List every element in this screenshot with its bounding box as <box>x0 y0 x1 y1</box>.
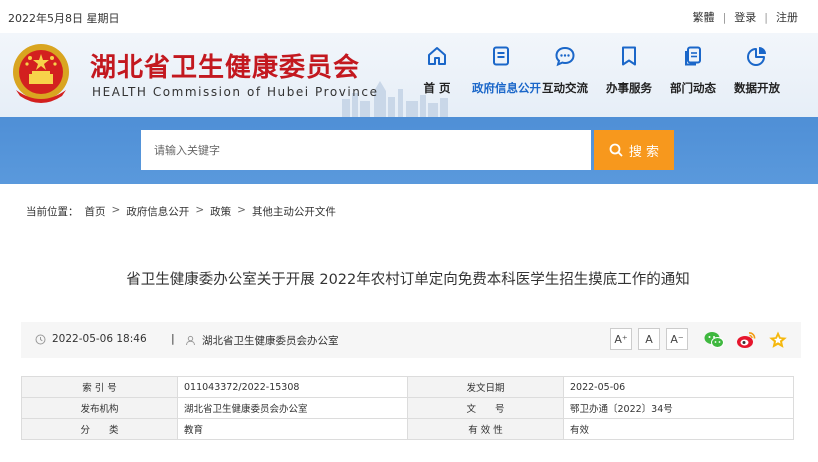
chat-bubble-icon <box>555 46 575 67</box>
share-buttons <box>703 329 789 351</box>
breadcrumb-other-files[interactable]: 其他主动公开文件 <box>252 204 336 219</box>
national-emblem-logo <box>13 44 69 103</box>
nav-label: 办事服务 <box>606 81 652 95</box>
breadcrumb-gov-info[interactable]: 政府信息公开 <box>126 204 189 219</box>
publisher-name: 湖北省卫生健康委员会办公室 <box>202 335 339 347</box>
table-cell-value: 湖北省卫生健康委员会办公室 <box>177 397 408 419</box>
organization-name-cn: 湖北省卫生健康委员会 <box>90 53 361 83</box>
font-size-controls: A⁺ A A⁻ <box>610 328 688 350</box>
font-smaller-button[interactable]: A⁻ <box>666 328 688 350</box>
nav-gov-info-disclosure[interactable]: 政府信息公开 <box>472 45 541 96</box>
table-cell-label: 发布机构 <box>21 397 178 419</box>
nav-home[interactable]: 首 页 <box>408 45 466 96</box>
table-cell-label: 发文日期 <box>407 376 564 398</box>
table-row: 分 类 教育 有 效 性 有效 <box>21 418 794 440</box>
nav-label: 数据开放 <box>734 81 780 95</box>
favorite-star-icon[interactable] <box>767 329 789 351</box>
nav-open-data[interactable]: 数据开放 <box>728 45 786 96</box>
main-nav: 首 页 政府信息公开 互动交流 办事服务 部门动态 数据开放 <box>408 45 792 96</box>
weibo-icon[interactable] <box>735 329 757 351</box>
nav-services[interactable]: 办事服务 <box>600 45 658 96</box>
table-row: 发布机构 湖北省卫生健康委员会办公室 文 号 鄂卫办通〔2022〕34号 <box>21 397 794 419</box>
wechat-icon[interactable] <box>703 329 725 351</box>
current-date: 2022年5月8日 星期日 <box>8 12 120 25</box>
table-cell-value: 有效 <box>563 418 794 440</box>
breadcrumb-prefix: 当前位置： <box>26 206 79 218</box>
article-content: 当前位置： 首页 > 政府信息公开 > 政策 > 其他主动公开文件 省卫生健康委… <box>8 184 808 462</box>
table-cell-value: 011043372/2022-15308 <box>177 376 408 398</box>
site-header: 湖北省卫生健康委员会 HEALTH Commission of Hubei Pr… <box>0 33 818 117</box>
publish-datetime: 2022-05-06 18:46 <box>52 333 147 345</box>
table-row: 索 引 号 011043372/2022-15308 发文日期 2022-05-… <box>21 376 794 398</box>
publish-time: 2022-05-06 18:46 <box>35 333 147 345</box>
table-cell-value: 教育 <box>177 418 408 440</box>
search-button[interactable]: 搜 索 <box>594 130 674 170</box>
meta-divider: | <box>171 332 175 345</box>
pie-chart-icon <box>747 47 766 66</box>
bookmark-icon <box>622 46 636 66</box>
register-link[interactable]: 注册 <box>776 9 798 25</box>
font-larger-button[interactable]: A⁺ <box>610 328 632 350</box>
clock-icon <box>35 334 46 344</box>
divider: | <box>764 10 768 24</box>
search-band: 搜 索 <box>0 117 818 184</box>
table-cell-label: 文 号 <box>407 397 564 419</box>
search-button-label: 搜 索 <box>628 144 660 160</box>
top-bar: 2022年5月8日 星期日 繁體 | 登录 | 注册 <box>0 0 818 33</box>
breadcrumb-separator: > <box>237 204 246 216</box>
breadcrumb: 当前位置： 首页 > 政府信息公开 > 政策 > 其他主动公开文件 <box>26 204 336 219</box>
nav-department-news[interactable]: 部门动态 <box>664 45 722 96</box>
nav-label: 部门动态 <box>670 81 716 95</box>
table-cell-label: 分 类 <box>21 418 178 440</box>
top-links: 繁體 | 登录 | 注册 <box>693 9 798 25</box>
article-meta-bar: 2022-05-06 18:46 | 湖北省卫生健康委员会办公室 A⁺ A A⁻ <box>21 322 801 358</box>
nav-label: 互动交流 <box>542 81 588 95</box>
font-default-button[interactable]: A <box>638 328 660 350</box>
table-cell-value: 2022-05-06 <box>563 376 794 398</box>
home-icon <box>428 47 446 65</box>
copy-icon <box>685 46 701 66</box>
table-cell-value: 鄂卫办通〔2022〕34号 <box>563 397 794 419</box>
breadcrumb-separator: > <box>111 204 121 216</box>
search-icon <box>609 143 623 157</box>
publisher: 湖北省卫生健康委员会办公室 <box>185 333 339 348</box>
breadcrumb-policy[interactable]: 政策 <box>210 204 231 219</box>
user-icon <box>186 335 195 346</box>
divider: | <box>722 10 727 24</box>
breadcrumb-separator: > <box>195 204 205 216</box>
login-link[interactable]: 登录 <box>734 9 756 25</box>
document-list-icon <box>493 46 509 66</box>
breadcrumb-home[interactable]: 首页 <box>85 204 106 219</box>
article-title: 省卫生健康委办公室关于开展 2022年农村订单定向免费本科医学生招生摸底工作的通… <box>126 272 690 288</box>
nav-interaction[interactable]: 互动交流 <box>536 45 594 96</box>
nav-label: 政府信息公开 <box>472 81 541 95</box>
nav-label: 首 页 <box>423 81 451 95</box>
organization-name-en: HEALTH Commission of Hubei Province <box>92 85 379 99</box>
search-input[interactable] <box>141 130 591 170</box>
traditional-chinese-link[interactable]: 繁體 <box>693 9 715 25</box>
document-info-table: 索 引 号 011043372/2022-15308 发文日期 2022-05-… <box>21 376 794 440</box>
table-cell-label: 有 效 性 <box>407 418 564 440</box>
table-cell-label: 索 引 号 <box>21 376 178 398</box>
